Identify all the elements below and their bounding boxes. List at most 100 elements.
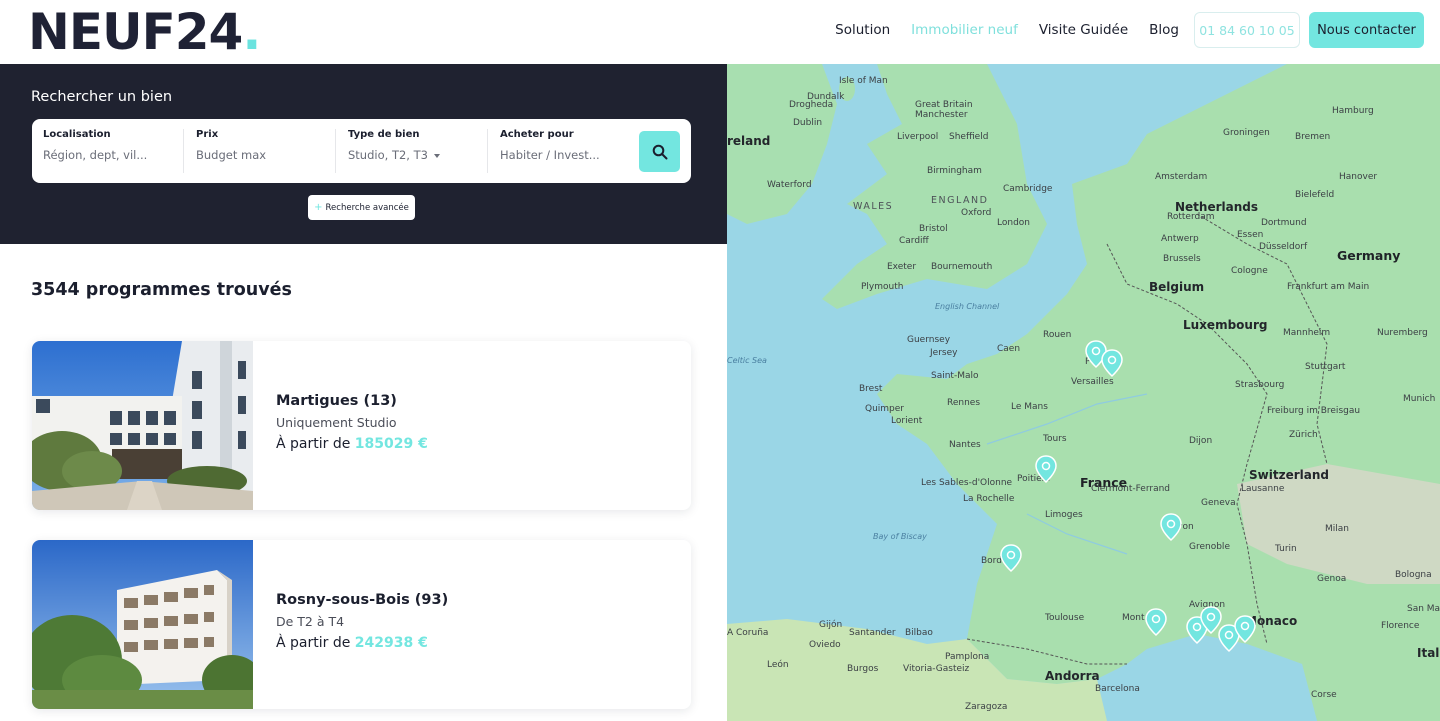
map-label: Florence (1381, 621, 1420, 631)
map-label: Hanover (1339, 172, 1378, 182)
map-label: Ital (1417, 646, 1440, 660)
results-count: 3544 programmes trouvés (31, 280, 292, 300)
map-label: Cambridge (1003, 184, 1053, 194)
program-card[interactable]: Martigues (13) Uniquement Studio À parti… (32, 341, 691, 510)
map-label: León (767, 660, 789, 670)
map-label: Munich (1403, 394, 1436, 404)
map-label: Amsterdam (1155, 172, 1208, 182)
map-label: Clermont-Ferrand (1091, 484, 1171, 494)
prix-input[interactable]: Budget max (196, 148, 335, 162)
program-info: Martigues (13) Uniquement Studio À parti… (276, 393, 428, 452)
map-label: Nantes (949, 440, 981, 450)
map-label: Bilbao (905, 628, 933, 638)
field-label: Localisation (43, 129, 111, 140)
search-icon (652, 144, 667, 159)
map-label: Düsseldorf (1259, 242, 1308, 252)
caret-down-icon (433, 153, 440, 158)
map-label: English Channel (935, 302, 1000, 311)
map-label: Bay of Biscay (873, 532, 927, 541)
program-city: Rosny-sous-Bois (93) (276, 592, 449, 608)
map-label: A Coruña (727, 628, 769, 638)
map-label: Pamplona (945, 652, 990, 662)
acheter-pour-select[interactable]: Habiter / Invest... (500, 148, 627, 162)
map-label: Quimper (865, 404, 905, 414)
program-image[interactable] (32, 341, 253, 510)
map-label: Stuttgart (1305, 362, 1346, 372)
map-label: Strasbourg (1235, 380, 1285, 390)
map-label: Saint-Malo (931, 371, 979, 381)
field-acheter-pour[interactable]: Acheter pour Habiter / Invest... (487, 129, 627, 173)
map-label: Bielefeld (1295, 190, 1335, 200)
field-label: Prix (196, 129, 219, 140)
logo-dot: . (242, 3, 261, 61)
type-value: Studio, T2, T3 (348, 148, 428, 162)
search-title: Rechercher un bien (31, 89, 173, 105)
contact-button[interactable]: Nous contacter (1309, 12, 1424, 48)
map-label: ENGLAND (931, 195, 989, 206)
map-pin[interactable] (1145, 608, 1167, 636)
map-label: Plymouth (861, 282, 904, 292)
map-label: Burgos (847, 664, 879, 674)
program-city: Martigues (13) (276, 393, 397, 409)
map-pin[interactable] (1160, 513, 1182, 541)
nav-blog[interactable]: Blog (1149, 22, 1179, 38)
program-image[interactable] (32, 540, 253, 709)
program-card[interactable]: Rosny-sous-Bois (93) De T2 à T4 À partir… (32, 540, 691, 709)
nav-immobilier-neuf[interactable]: Immobilier neuf (911, 22, 1018, 38)
map-label: Genoa (1317, 574, 1347, 584)
map-label: Nuremberg (1377, 328, 1428, 338)
map-label: Lorient (891, 416, 923, 426)
map-label: Guernsey (907, 335, 951, 345)
map-pin[interactable] (1101, 349, 1123, 377)
map-label: Gijón (819, 620, 843, 630)
price-amount: 242938 € (354, 635, 428, 651)
map-label: Bologna (1395, 570, 1432, 580)
field-prix[interactable]: Prix Budget max (183, 129, 335, 173)
map-label: Sheffield (949, 132, 989, 142)
map-label: Brussels (1163, 254, 1201, 264)
map-label: Manchester (915, 110, 968, 120)
search-button[interactable] (639, 131, 680, 172)
main-nav: Solution Immobilier neuf Visite Guidée B… (835, 12, 1440, 48)
phone-button[interactable]: 01 84 60 10 05 (1194, 12, 1300, 48)
map-label: Oxford (961, 208, 992, 218)
map-label: Germany (1337, 248, 1401, 263)
program-info: Rosny-sous-Bois (93) De T2 à T4 À partir… (276, 592, 448, 651)
map-label: San Ma (1407, 604, 1440, 614)
nav-visite-guidee[interactable]: Visite Guidée (1039, 22, 1128, 38)
map-label: Cologne (1231, 266, 1268, 276)
field-label: Acheter pour (500, 129, 574, 140)
map-label: Milan (1325, 524, 1349, 534)
program-price: À partir de 185029 € (276, 436, 428, 452)
map-label: Vitoria-Gasteiz (903, 664, 970, 674)
field-localisation[interactable]: Localisation Région, dept, vil... (43, 129, 183, 173)
building-photo-1 (32, 341, 253, 510)
localisation-input[interactable]: Région, dept, vil... (43, 148, 183, 162)
map-label: reland (727, 134, 771, 148)
map-pin[interactable] (1035, 455, 1057, 483)
map-pin[interactable] (1234, 615, 1256, 643)
map-label: Groningen (1223, 128, 1270, 138)
price-amount: 185029 € (354, 436, 428, 452)
map-label: La Rochelle (963, 494, 1015, 504)
map-label: Freiburg im Breisgau (1267, 406, 1361, 416)
nav-solution[interactable]: Solution (835, 22, 890, 38)
map[interactable]: Isle of Man Drogheda Dundalk Dublin rela… (727, 64, 1440, 721)
map-label: Lausanne (1241, 484, 1285, 494)
map-label: Oviedo (809, 640, 841, 650)
advanced-search-button[interactable]: + Recherche avancée (308, 195, 415, 220)
map-pin-icon (1234, 615, 1256, 643)
map-label: Isle of Man (839, 76, 888, 86)
map-label: Corse (1311, 690, 1337, 700)
logo[interactable]: NEUF24. (28, 3, 261, 61)
map-label: WALES (853, 201, 894, 212)
map-label: Bremen (1295, 132, 1331, 142)
field-type-de-bien[interactable]: Type de bien Studio, T2, T3 (335, 129, 487, 173)
type-select[interactable]: Studio, T2, T3 (348, 148, 487, 162)
map-pin[interactable] (1000, 544, 1022, 572)
map-label: Les Sables-d'Olonne (921, 478, 1013, 488)
price-prefix: À partir de (276, 635, 351, 651)
map-label: Jersey (930, 348, 958, 358)
map-label: Turin (1275, 544, 1297, 554)
map-label: Birmingham (927, 166, 982, 176)
